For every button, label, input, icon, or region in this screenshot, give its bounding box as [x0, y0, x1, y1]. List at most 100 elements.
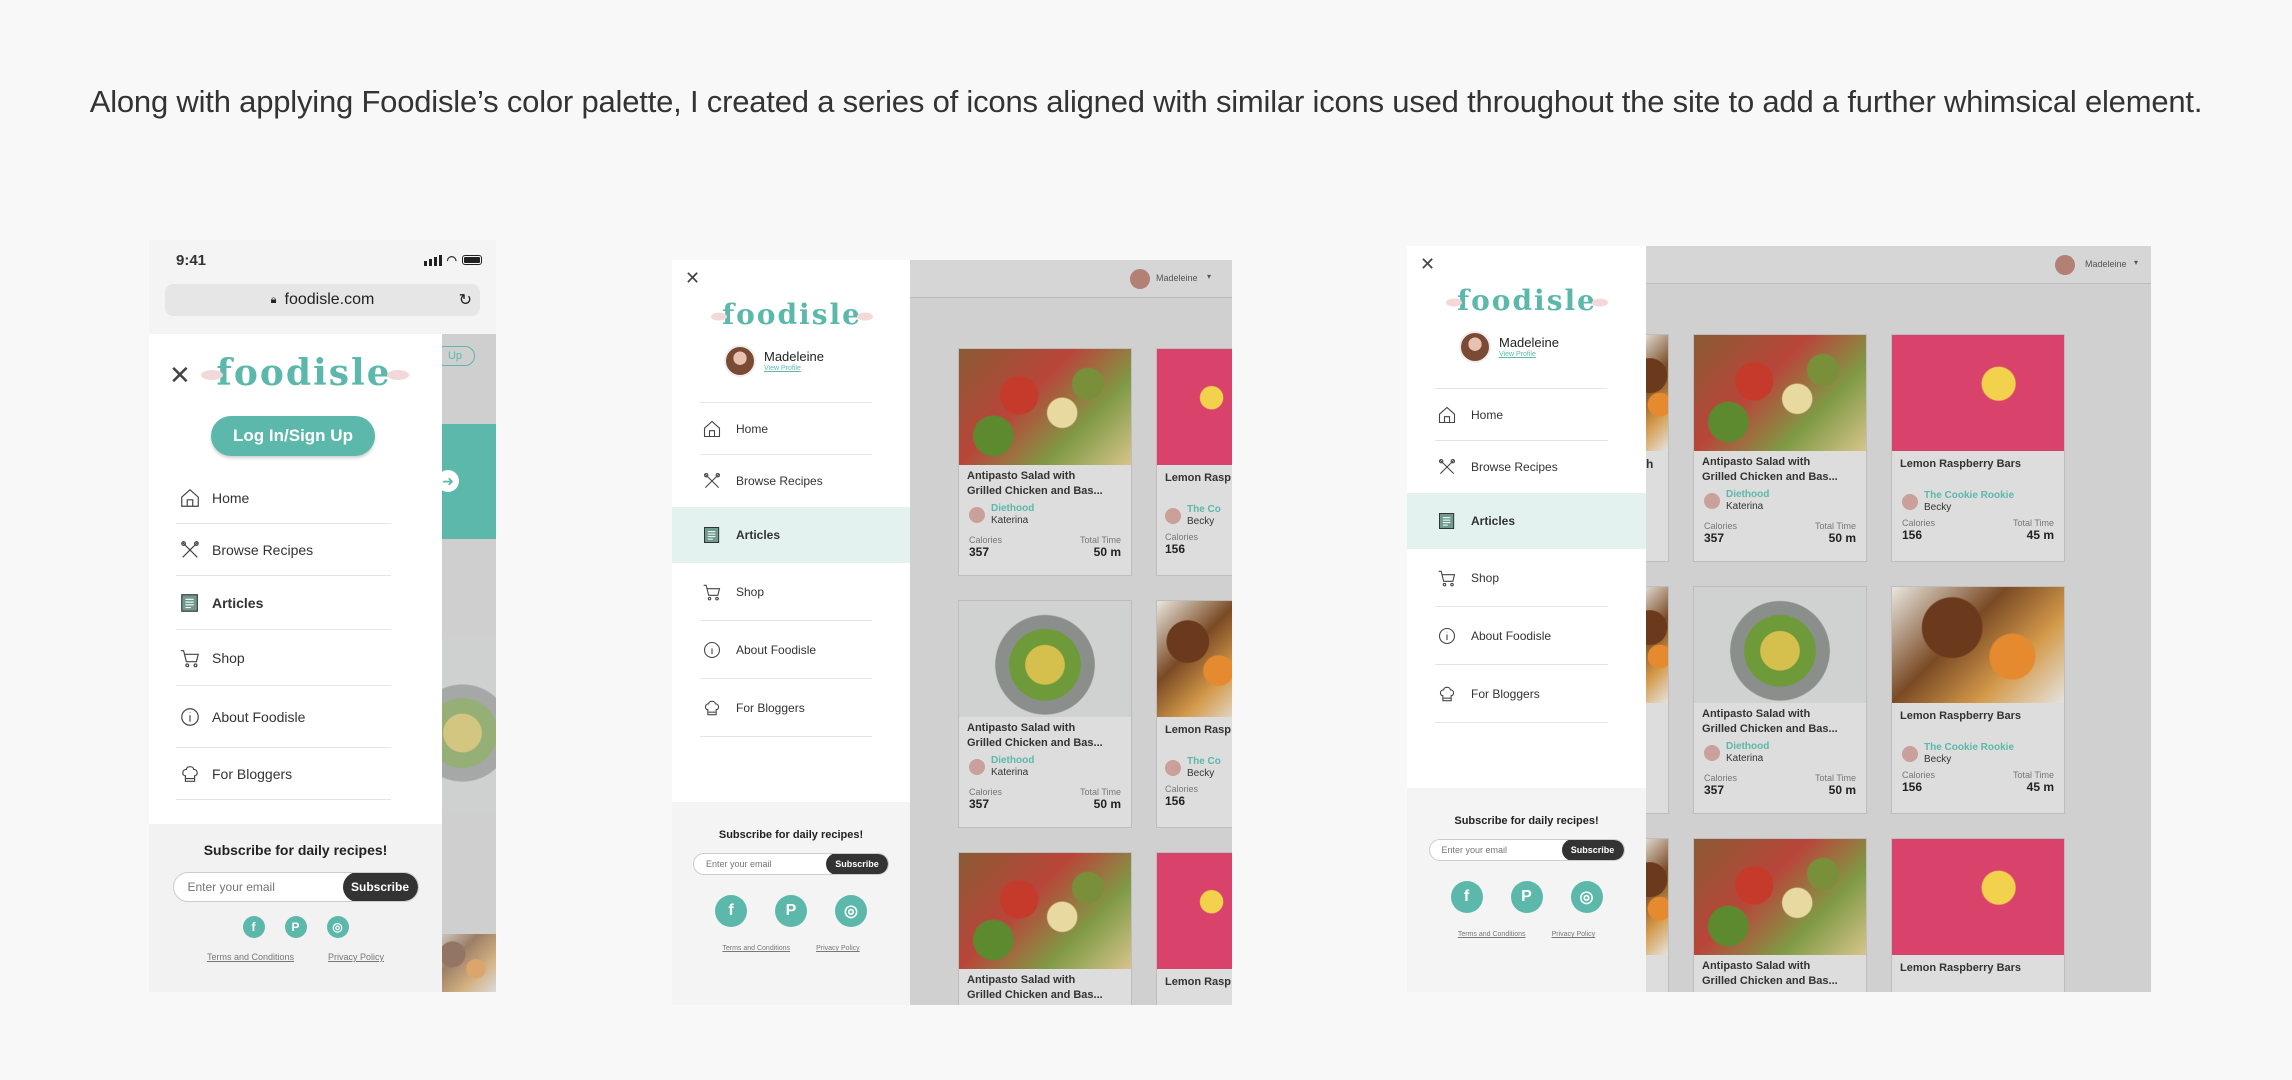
view-profile-link[interactable]: View Profile — [1499, 351, 1559, 359]
nav-item-about[interactable]: About Foodisle — [700, 621, 872, 679]
nav-item-browse-recipes[interactable]: Browse Recipes — [176, 524, 391, 576]
nav-item-browse-recipes[interactable]: Browse Recipes — [1435, 441, 1608, 493]
recipe-card[interactable]: Lemon Raspberry Bars The Cookie Rookie Be… — [1891, 334, 2065, 562]
recipe-card[interactable]: Lemon Raspberry Bars The Cookie Rookie Be… — [1891, 586, 2065, 814]
email-input[interactable] — [694, 859, 826, 869]
close-icon[interactable]: ✕ — [685, 268, 700, 289]
subscribe-button[interactable]: Subscribe — [826, 854, 888, 874]
terms-link[interactable]: Terms and Conditions — [1458, 931, 1526, 938]
avatar — [1902, 745, 1918, 762]
nav-item-articles[interactable]: Articles — [176, 576, 391, 630]
facebook-icon[interactable]: f — [1450, 881, 1483, 913]
logo: foodisle — [711, 298, 873, 331]
tablet-drawer: ✕ foodisle Madeleine View Profile Home Br… — [672, 260, 910, 1005]
wifi-icon: ◠ — [446, 253, 457, 267]
avatar — [1902, 493, 1918, 510]
nav-item-about[interactable]: About Foodisle — [176, 686, 391, 748]
status-bar: 9:41 ◠ — [149, 240, 496, 280]
nav-item-bloggers[interactable]: For Bloggers — [700, 679, 872, 737]
close-icon[interactable]: ✕ — [1420, 254, 1435, 275]
pinterest-icon[interactable]: P — [284, 916, 307, 938]
avatar — [1459, 331, 1491, 363]
user-profile[interactable]: Madeleine View Profile — [1459, 331, 1559, 363]
subscribe-button[interactable]: Subscribe — [1561, 840, 1624, 860]
nav-list: Home Browse Recipes Articles Shop About … — [672, 403, 910, 737]
recipe-image — [1694, 839, 1866, 955]
nav-item-home[interactable]: Home — [176, 472, 391, 524]
terms-link[interactable]: Terms and Conditions — [722, 945, 790, 952]
subscribe-form: Subscribe — [172, 872, 419, 902]
avatar — [724, 345, 756, 377]
chef-hat-icon — [1435, 684, 1459, 704]
utensils-icon — [700, 471, 724, 491]
recipe-card[interactable]: Antipasto Salad with Grilled Chicken and … — [958, 348, 1132, 576]
nav-item-shop[interactable]: Shop — [176, 630, 391, 686]
url-text: foodisle.com — [284, 291, 375, 308]
instagram-icon[interactable]: ◎ — [835, 895, 867, 927]
cart-icon — [176, 647, 204, 669]
email-input[interactable] — [1429, 845, 1562, 855]
recipe-card[interactable]: Antipasto Salad with Grilled Chicken and … — [958, 600, 1132, 828]
recipe-card[interactable]: Lemon Rasp The Co Becky Calories 156 — [1156, 348, 1232, 576]
mobile-mockup: 9:41 ◠ 🔒︎ foodisle.com ↻ Up ➜ ✕ foodisle… — [149, 240, 496, 992]
privacy-link[interactable]: Privacy Policy — [328, 952, 384, 962]
nav-item-home[interactable]: Home — [1435, 389, 1608, 441]
instagram-icon[interactable]: ◎ — [1570, 881, 1603, 913]
privacy-link[interactable]: Privacy Policy — [1552, 931, 1596, 938]
utensils-icon — [1435, 457, 1459, 477]
recipe-card[interactable]: Lemon Rasp — [1156, 852, 1232, 1005]
recipe-card[interactable]: Lemon Raspberry Bars — [1891, 838, 2065, 992]
user-menu-name[interactable]: Madeleine — [1156, 273, 1198, 283]
close-icon[interactable]: ✕ — [169, 360, 191, 391]
nav-item-home[interactable]: Home — [700, 403, 872, 455]
nav-item-about[interactable]: About Foodisle — [1435, 607, 1608, 665]
reload-icon[interactable]: ↻ — [459, 290, 472, 310]
status-icons: ◠ — [423, 253, 482, 267]
facebook-icon[interactable]: f — [242, 916, 265, 938]
chef-hat-icon — [700, 698, 724, 718]
recipe-image — [1157, 601, 1232, 717]
instagram-icon[interactable]: ◎ — [326, 916, 349, 938]
facebook-icon[interactable]: f — [715, 895, 747, 927]
recipe-image — [1694, 587, 1866, 703]
recipe-image — [1157, 853, 1232, 969]
recipe-card[interactable]: Lemon Rasp The Co Becky Calories 156 — [1156, 600, 1232, 828]
nav-item-shop[interactable]: Shop — [700, 563, 872, 621]
recipe-card[interactable]: Antipasto Salad with Grilled Chicken and … — [1693, 838, 1867, 992]
recipe-card[interactable]: Antipasto Salad with Grilled Chicken and … — [1693, 586, 1867, 814]
terms-link[interactable]: Terms and Conditions — [207, 952, 294, 962]
pinterest-icon[interactable]: P — [1510, 881, 1543, 913]
subscribe-title: Subscribe for daily recipes! — [203, 842, 388, 858]
desktop-drawer: ✕ foodisle Madeleine View Profile Home Br… — [1407, 246, 1646, 992]
subscribe-section: Subscribe for daily recipes! Subscribe f… — [672, 802, 910, 1005]
social-links: f P ◎ — [149, 916, 442, 938]
nav-item-shop[interactable]: Shop — [1435, 549, 1608, 607]
pinterest-icon[interactable]: P — [775, 895, 807, 927]
home-icon — [1435, 405, 1459, 425]
view-profile-link[interactable]: View Profile — [764, 365, 824, 373]
recipe-card[interactable]: Antipasto Salad with Grilled Chicken and … — [958, 852, 1132, 1005]
nav-item-articles[interactable]: Articles — [1407, 493, 1646, 549]
subscribe-form: Subscribe — [693, 853, 889, 875]
book-icon — [1435, 511, 1459, 531]
email-input[interactable] — [173, 880, 343, 894]
social-links: f P ◎ — [1407, 881, 1646, 913]
login-button[interactable]: Log In/Sign Up — [211, 416, 375, 456]
recipe-image — [959, 853, 1131, 969]
user-menu-name[interactable]: Madeleine — [2085, 259, 2127, 269]
nav-item-bloggers[interactable]: For Bloggers — [1435, 665, 1608, 723]
privacy-link[interactable]: Privacy Policy — [816, 945, 860, 952]
recipe-image — [1892, 587, 2064, 703]
recipe-image — [1157, 349, 1232, 465]
signal-icon — [423, 254, 442, 266]
subscribe-button[interactable]: Subscribe — [342, 873, 418, 901]
nav-item-bloggers[interactable]: For Bloggers — [176, 748, 391, 800]
nav-item-browse-recipes[interactable]: Browse Recipes — [700, 455, 872, 507]
avatar — [1704, 744, 1720, 761]
battery-icon — [462, 255, 482, 265]
url-bar[interactable]: 🔒︎ foodisle.com ↻ — [165, 284, 480, 316]
legal-links: Terms and Conditions Privacy Policy — [149, 952, 442, 962]
recipe-card[interactable]: Antipasto Salad with Grilled Chicken and … — [1693, 334, 1867, 562]
user-profile[interactable]: Madeleine View Profile — [724, 345, 824, 377]
nav-item-articles[interactable]: Articles — [672, 507, 910, 563]
